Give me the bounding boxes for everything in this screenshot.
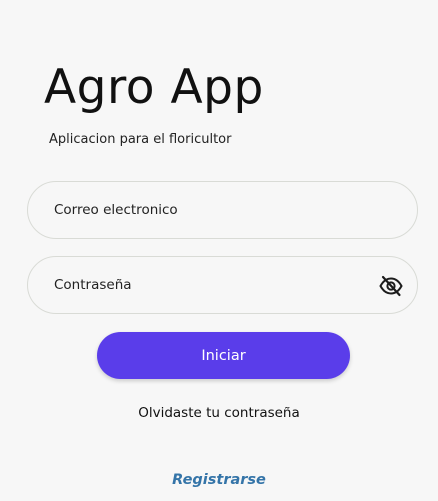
eye-off-icon[interactable] <box>379 275 403 297</box>
login-screen: Agro App Aplicacion para el floricultor … <box>0 0 438 501</box>
email-field-container <box>27 181 418 239</box>
forgot-password-link[interactable]: Olvidaste tu contraseña <box>0 405 438 421</box>
app-subtitle: Aplicacion para el floricultor <box>49 132 232 147</box>
login-button[interactable]: Iniciar <box>97 332 350 379</box>
register-link[interactable]: Registrarse <box>0 472 438 488</box>
app-title: Agro App <box>44 60 264 115</box>
password-field-container <box>27 256 418 314</box>
password-field[interactable] <box>54 257 374 313</box>
email-field[interactable] <box>54 182 374 238</box>
